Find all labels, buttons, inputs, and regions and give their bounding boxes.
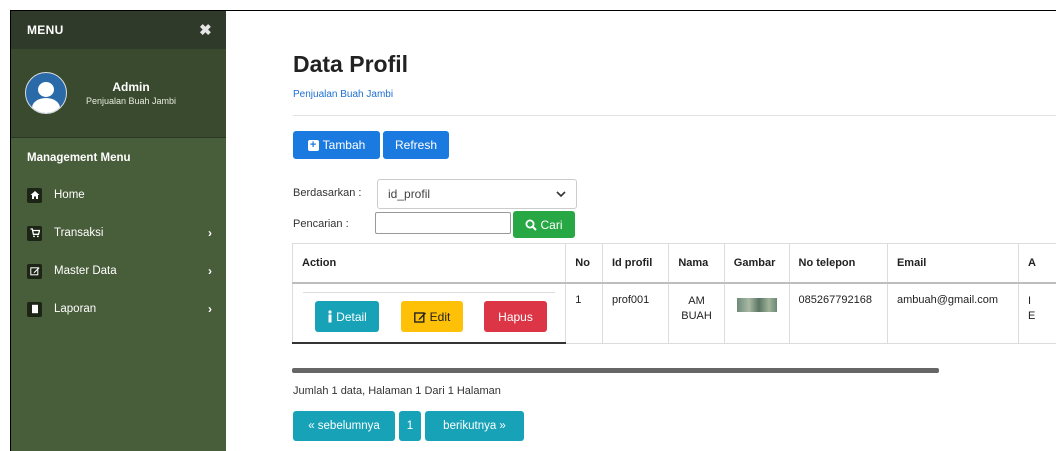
table-row: Detail Edit Hapus 1 prof001 AM — [293, 283, 1056, 343]
nama-line: AM — [678, 294, 714, 309]
delete-button[interactable]: Hapus — [484, 301, 547, 332]
action-cell: Detail Edit Hapus — [293, 283, 566, 343]
column-header-alamat: A — [1018, 244, 1056, 284]
user-profile: Admin Penjualan Buah Jambi — [11, 49, 226, 138]
edit-button[interactable]: Edit — [401, 301, 463, 332]
edit-button-label: Edit — [430, 310, 451, 324]
close-icon[interactable]: ✖ — [199, 21, 212, 39]
user-subtitle: Penjualan Buah Jambi — [77, 96, 185, 106]
sidebar: MENU ✖ Admin Penjualan Buah Jambi Manage… — [11, 11, 226, 451]
user-name: Admin — [77, 80, 185, 94]
cart-icon — [27, 226, 42, 241]
sidebar-item-home[interactable]: Home — [11, 176, 226, 214]
search-button[interactable]: Cari — [513, 211, 575, 238]
app-window: MENU ✖ Admin Penjualan Buah Jambi Manage… — [10, 10, 1056, 451]
chevron-right-icon: › — [208, 302, 212, 316]
filter-select-value: id_profil — [388, 187, 430, 201]
cell-nama: AM BUAH — [669, 283, 724, 343]
sidebar-item-label: Home — [54, 189, 212, 201]
sidebar-item-label: Master Data — [54, 265, 208, 277]
detail-button-label: Detail — [336, 310, 367, 324]
avatar — [25, 72, 67, 114]
page-title: Data Profil — [293, 51, 408, 78]
search-input[interactable] — [375, 212, 511, 234]
info-icon — [327, 310, 333, 323]
chevron-right-icon: › — [208, 226, 212, 240]
refresh-button[interactable]: Refresh — [383, 131, 449, 159]
chevron-down-icon — [556, 191, 566, 198]
sidebar-header: MENU ✖ — [11, 11, 226, 49]
section-title: Management Menu — [11, 138, 226, 176]
chevron-right-icon: › — [208, 264, 212, 278]
sidebar-item-label: Transaksi — [54, 227, 208, 239]
add-button[interactable]: + Tambah — [293, 131, 380, 159]
sidebar-item-master-data[interactable]: Master Data › — [11, 252, 226, 290]
cell-no-telepon: 085267792168 — [789, 283, 887, 343]
nama-line: BUAH — [678, 309, 714, 324]
menu-title: MENU — [27, 23, 64, 37]
cell-id-profil: prof001 — [602, 283, 668, 343]
column-header-no: No — [566, 244, 603, 284]
column-header-nama: Nama — [669, 244, 724, 284]
prev-page-button[interactable]: « sebelumnya — [293, 411, 395, 441]
page-number-button[interactable]: 1 — [399, 411, 421, 441]
home-icon — [27, 188, 42, 203]
edit-icon — [414, 311, 427, 323]
alamat-line: E — [1028, 309, 1047, 324]
sidebar-item-laporan[interactable]: Laporan › — [11, 290, 226, 328]
pagination-summary: Jumlah 1 data, Halaman 1 Dari 1 Halaman — [293, 385, 501, 397]
column-header-no-telepon: No telepon — [789, 244, 887, 284]
detail-button[interactable]: Detail — [315, 301, 379, 332]
edit-icon — [27, 264, 42, 279]
sidebar-item-label: Laporan — [54, 303, 208, 315]
search-button-label: Cari — [540, 218, 562, 232]
data-table: Action No Id profil Nama Gambar No telep… — [292, 243, 1056, 344]
column-header-gambar: Gambar — [724, 244, 789, 284]
search-icon — [525, 219, 537, 231]
file-icon — [27, 302, 42, 317]
divider — [293, 115, 1056, 116]
page-subtitle: Penjualan Buah Jambi — [293, 89, 393, 100]
horizontal-scrollbar[interactable] — [292, 368, 939, 373]
next-page-button[interactable]: berikutnya » — [425, 411, 524, 441]
column-header-email: Email — [887, 244, 1018, 284]
filter-select[interactable]: id_profil — [377, 179, 577, 209]
cell-no: 1 — [566, 283, 603, 343]
search-label: Pencarian : — [293, 218, 349, 230]
column-header-action: Action — [293, 244, 566, 284]
main-content: Data Profil Penjualan Buah Jambi + Tamba… — [226, 11, 1056, 451]
filter-label: Berdasarkan : — [293, 187, 361, 199]
cell-gambar — [724, 283, 789, 343]
sidebar-item-transaksi[interactable]: Transaksi › — [11, 214, 226, 252]
plus-icon: + — [308, 140, 319, 151]
cell-email: ambuah@gmail.com — [887, 283, 1018, 343]
column-header-id-profil: Id profil — [602, 244, 668, 284]
alamat-line: I — [1028, 294, 1047, 309]
table-header-row: Action No Id profil Nama Gambar No telep… — [293, 244, 1056, 284]
add-button-label: Tambah — [323, 138, 366, 152]
cell-alamat: I E — [1018, 283, 1056, 343]
product-thumbnail[interactable] — [737, 298, 777, 312]
